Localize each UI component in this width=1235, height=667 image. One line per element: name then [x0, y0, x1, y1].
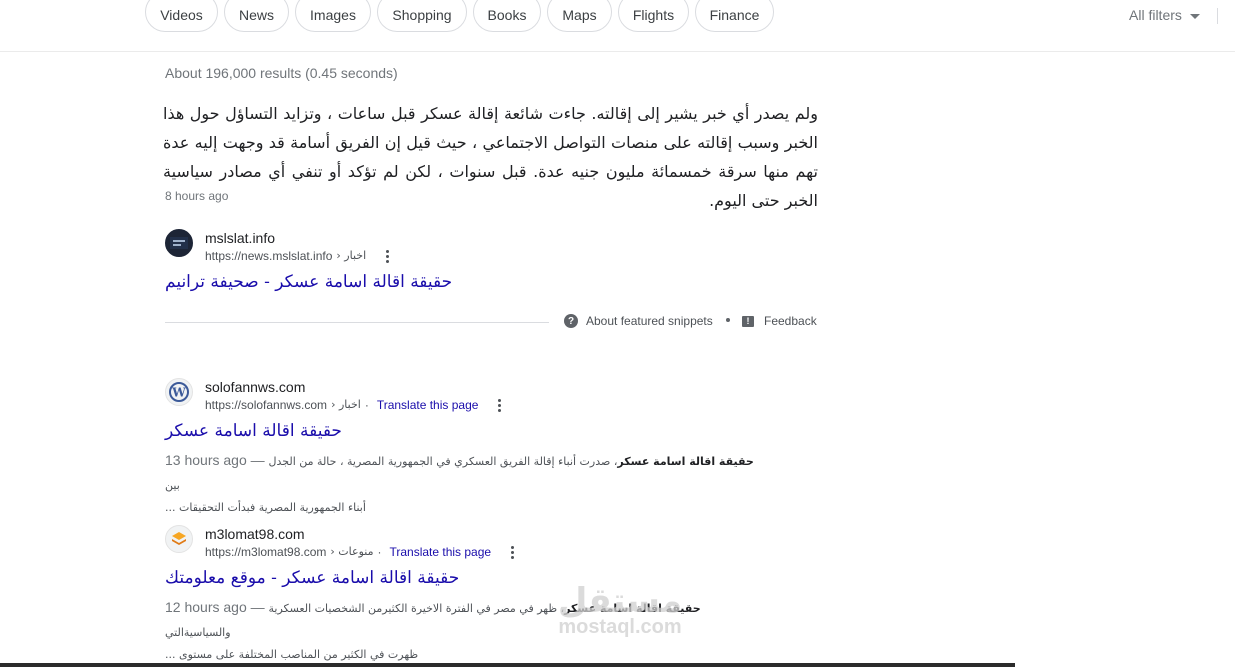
result-source[interactable]: W solofannws.com https://solofannws.com … [165, 378, 505, 414]
site-breadcrumb: › اخبار [336, 249, 367, 262]
more-options-icon[interactable] [494, 397, 505, 414]
chip-flights[interactable]: Flights [618, 0, 689, 32]
site-name: mslslat.info [205, 230, 276, 246]
site-favicon-icon [165, 229, 193, 257]
translate-page-link[interactable]: Translate this page [389, 543, 491, 561]
wordpress-icon: W [165, 378, 193, 406]
site-url: https://m3lomat98.com › منوعات · Transla… [205, 543, 518, 561]
site-url-text: https://m3lomat98.com [205, 545, 327, 559]
site-breadcrumb: › اخبار [331, 398, 361, 411]
chip-books[interactable]: Books [473, 0, 541, 32]
site-breadcrumb: › منوعات [330, 545, 374, 558]
chip-finance[interactable]: Finance [695, 0, 774, 32]
site-name: solofannws.com [205, 379, 306, 395]
chip-maps[interactable]: Maps [547, 0, 612, 32]
site-url: https://solofannws.com › اخبار · Transla… [205, 396, 505, 414]
featured-source[interactable]: mslslat.info https://news.mslslat.info ›… [165, 229, 393, 265]
separator-dot: · [377, 545, 382, 559]
separator: — [250, 599, 265, 615]
chip-shopping[interactable]: Shopping [377, 0, 467, 32]
more-options-icon[interactable] [382, 248, 393, 265]
desc-bold: حقيقة اقالة اسامة عسكر [564, 602, 701, 615]
result-description: 12 hours ago — حقيقة اقالة اسامة عسكر، ظ… [165, 596, 765, 666]
featured-snippet-text: ولم يصدر أي خبر يشير إلى إقالته. جاءت شا… [163, 104, 818, 210]
chip-videos[interactable]: Videos [145, 0, 218, 32]
separator-dot [726, 318, 730, 322]
result-title[interactable]: حقيقة اقالة اسامة عسكر [165, 421, 342, 441]
feedback-label: Feedback [764, 314, 817, 328]
about-featured-snippets-link[interactable]: ? About featured snippets [564, 314, 713, 328]
separator: — [250, 452, 265, 468]
filter-bar: Videos News Images Shopping Books Maps F… [0, 0, 1235, 52]
site-name: m3lomat98.com [205, 526, 305, 542]
result-age: 12 hours ago [165, 599, 247, 615]
all-filters-label: All filters [1129, 7, 1182, 23]
desc-bold: حقيقة اقالة اسامة عسكر [617, 455, 754, 468]
desc-line-2: أبناء الجمهورية المصرية فبدأت التحقيقات … [165, 501, 366, 514]
divider [165, 322, 549, 323]
taskbar-edge [0, 663, 1015, 667]
all-filters-button[interactable]: All filters [1129, 7, 1200, 23]
feedback-link[interactable]: ! Feedback [742, 314, 817, 328]
result-age: 13 hours ago [165, 452, 247, 468]
chip-news[interactable]: News [224, 0, 289, 32]
featured-snippet-date: 8 hours ago [165, 189, 229, 203]
divider [1217, 8, 1218, 24]
site-url-text: https://solofannws.com [205, 398, 328, 412]
about-featured-snippets-label: About featured snippets [586, 314, 713, 328]
result-description: 13 hours ago — حقيقة اقالة اسامة عسكر، ص… [165, 449, 765, 519]
svg-text:W: W [171, 386, 186, 400]
help-icon: ? [564, 314, 578, 328]
result-source[interactable]: m3lomat98.com https://m3lomat98.com › من… [165, 525, 518, 561]
feedback-icon: ! [742, 315, 754, 327]
more-options-icon[interactable] [507, 544, 518, 561]
featured-result-title[interactable]: حقيقة اقالة اسامة عسكر - صحيفة ترانيم [165, 272, 452, 292]
site-url: https://news.mslslat.info › اخبار [205, 247, 393, 265]
result-stats: About 196,000 results (0.45 seconds) [165, 65, 398, 81]
caret-down-icon [1189, 13, 1200, 19]
result-title[interactable]: حقيقة اقالة اسامة عسكر - موقع معلومتك [165, 568, 459, 588]
translate-page-link[interactable]: Translate this page [377, 396, 479, 414]
separator-dot: · [364, 398, 369, 412]
site-url-text: https://news.mslslat.info [205, 249, 333, 263]
stack-icon [165, 525, 193, 553]
chip-images[interactable]: Images [295, 0, 371, 32]
